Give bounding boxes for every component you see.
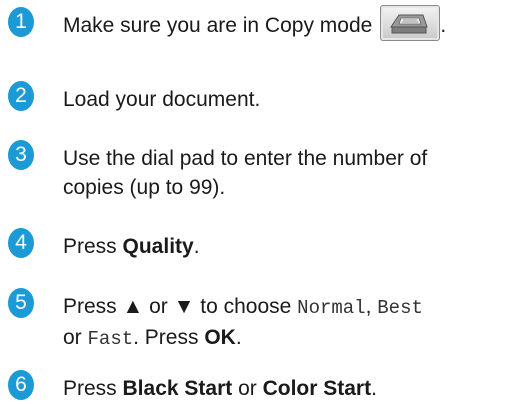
step-5-line-2: or Fast. Press OK. xyxy=(63,323,529,354)
black-start-key-label: Black Start xyxy=(122,377,233,400)
ok-key-label: OK xyxy=(204,326,236,349)
step-3-line-2: copies (up to 99). xyxy=(63,176,226,199)
step-3-text: Use the dial pad to enter the number of … xyxy=(63,144,529,202)
quality-key-label: Quality xyxy=(122,235,194,258)
step-5-sep: , xyxy=(365,295,378,318)
step-5-line2-mid: . Press xyxy=(133,326,205,349)
step-2-text: Load your document. xyxy=(63,88,261,111)
step-number-badge: 1 xyxy=(8,7,34,37)
step-6-post: . xyxy=(371,377,377,400)
step-5-line2-pre: or xyxy=(63,326,88,349)
step-3-line-1: Use the dial pad to enter the number of xyxy=(63,147,428,170)
step-4-pre: Press xyxy=(63,235,123,258)
step-number-badge: 6 xyxy=(8,370,34,400)
step-number-badge: 3 xyxy=(8,140,34,170)
option-best: Best xyxy=(377,297,423,319)
step-6-pre: Press xyxy=(63,377,123,400)
option-fast: Fast xyxy=(87,328,134,350)
step-4-post: . xyxy=(193,235,200,258)
step-5-text: Press ▲ or ▼ to choose Normal, Best or F… xyxy=(63,292,529,354)
step-1-text: Make sure you are in Copy mode . xyxy=(63,5,529,42)
color-start-key-label: Color Start xyxy=(262,377,372,400)
step-number-badge: 2 xyxy=(8,81,34,111)
step-6-mid: or xyxy=(232,377,263,400)
step-5-line2-post: . xyxy=(235,326,242,349)
copy-mode-button-icon xyxy=(380,5,441,42)
option-normal: Normal xyxy=(297,297,366,319)
step-number-badge: 4 xyxy=(8,228,34,258)
step-6-text: Press Black Start or Color Start. xyxy=(63,374,529,403)
step-4-text: Press Quality. xyxy=(63,232,529,261)
step-number-badge: 5 xyxy=(8,288,34,318)
step-1-label: Make sure you are in Copy mode xyxy=(63,14,373,37)
step-5-line-1: Press ▲ or ▼ to choose Normal, Best xyxy=(63,292,529,323)
step-1-period: . xyxy=(440,14,447,37)
step-5-pre: Press ▲ or ▼ to choose xyxy=(63,295,298,318)
